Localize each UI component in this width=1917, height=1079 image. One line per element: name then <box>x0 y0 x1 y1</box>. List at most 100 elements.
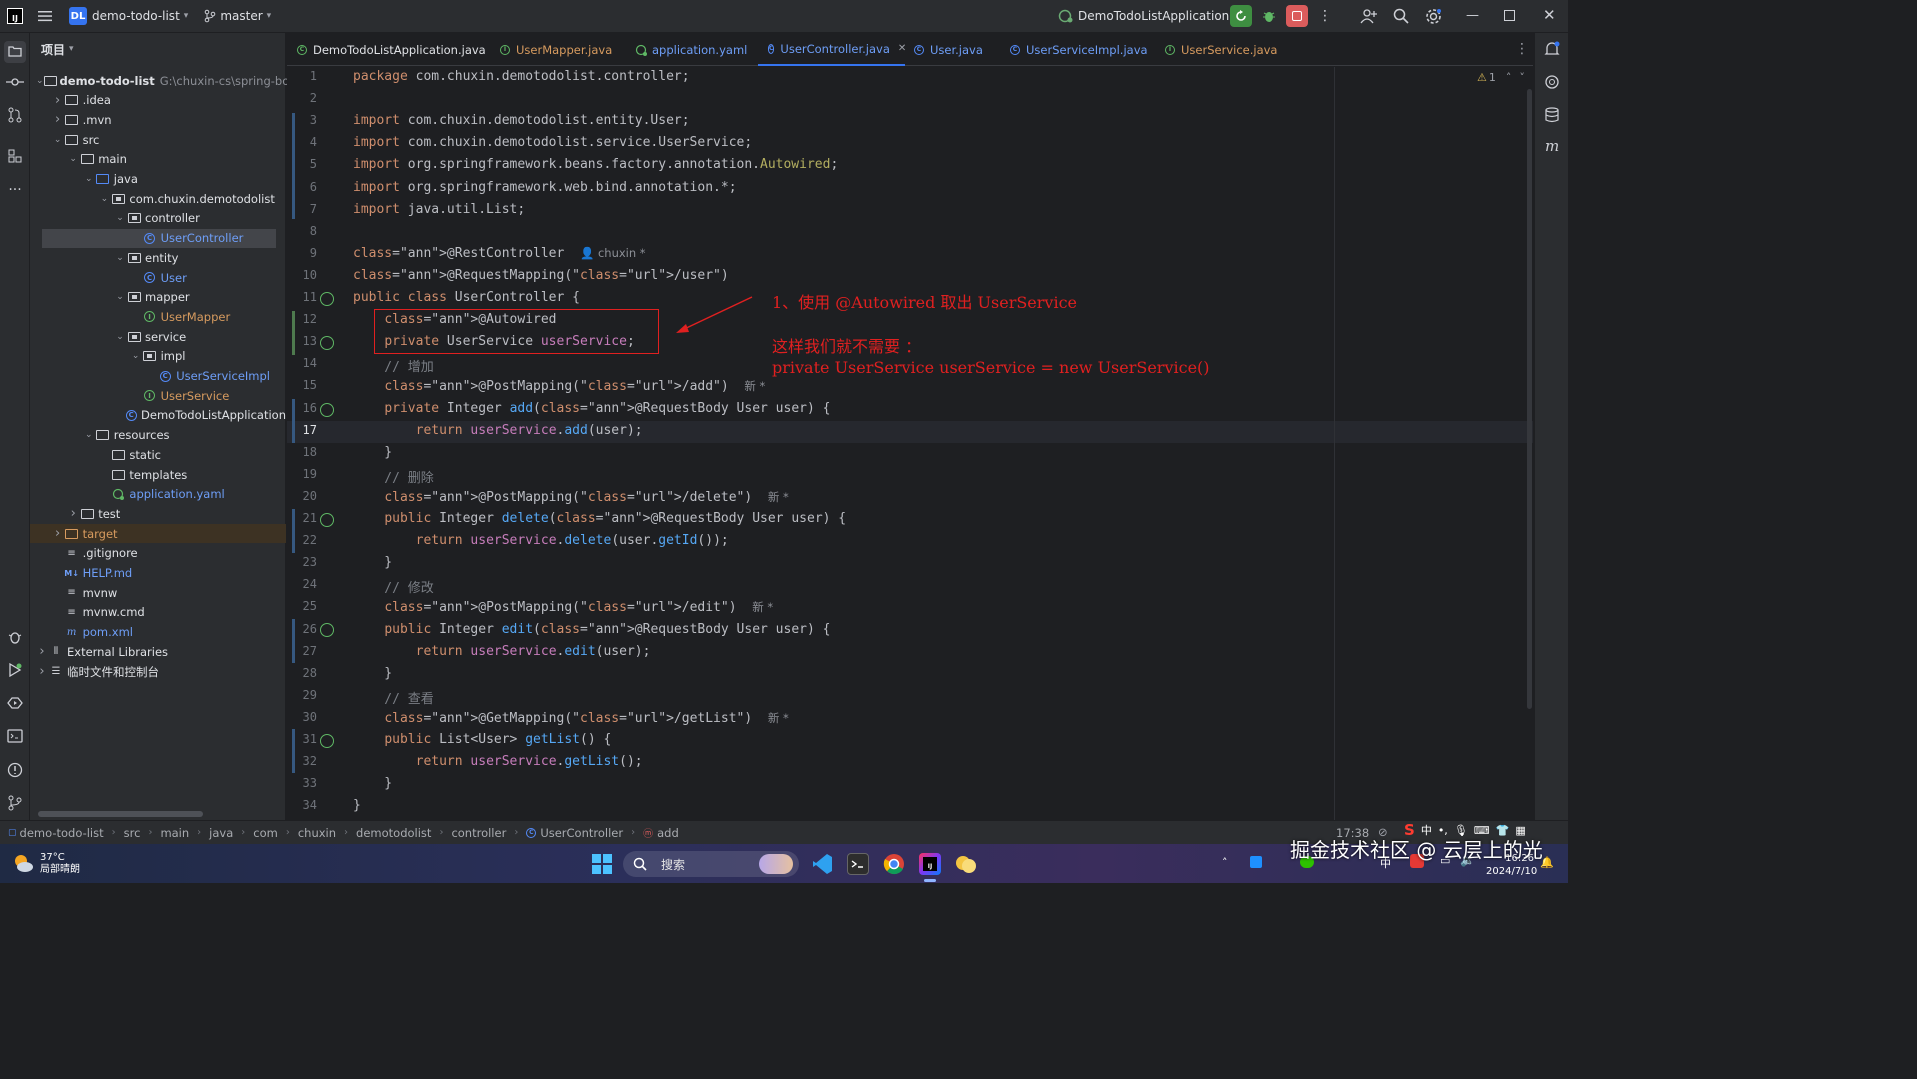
code-line[interactable]: } <box>353 445 392 460</box>
tray-bluetooth-icon[interactable] <box>1250 856 1262 868</box>
database-icon[interactable] <box>1545 107 1559 126</box>
breadcrumb-item[interactable]: C UserController <box>526 826 623 840</box>
new-inlay-hint[interactable]: 新 * <box>744 379 765 393</box>
chevron-down-icon[interactable]: ⌄ <box>98 194 110 204</box>
tree-item[interactable]: › .mvn <box>30 110 286 129</box>
chevron-right-icon[interactable]: › <box>52 526 64 541</box>
intellij-logo-icon[interactable]: IJ <box>7 8 23 24</box>
tree-item[interactable]: application.yaml <box>30 485 286 504</box>
code-line[interactable]: class="ann">@PostMapping("class="url">/d… <box>353 489 789 505</box>
code-line[interactable]: import java.util.List; <box>353 202 525 217</box>
commit-tool-icon[interactable] <box>6 74 24 92</box>
tree-item[interactable]: ⌄ resources <box>30 426 286 445</box>
vscode-icon[interactable] <box>811 853 833 875</box>
tab-usercontroller[interactable]: C UserController.java ✕ <box>758 33 906 66</box>
tree-item[interactable]: C UserController <box>42 228 276 248</box>
code-line[interactable]: public Integer edit(class="ann">@Request… <box>353 622 830 637</box>
breadcrumb-item[interactable]: demotodolist <box>356 826 431 840</box>
tree-item[interactable]: ⌄ java <box>30 170 286 189</box>
project-panel-header[interactable]: 项目 ▾ <box>30 33 285 65</box>
code-line[interactable]: import com.chuxin.demotodolist.service.U… <box>353 135 752 150</box>
tree-item[interactable]: › ☰ 临时文件和控制台 <box>30 662 286 681</box>
start-button[interactable] <box>592 854 612 877</box>
code-line[interactable]: public class UserController { <box>353 290 580 305</box>
branch-switcher[interactable]: master ▾ <box>204 9 271 23</box>
tree-item[interactable]: templates <box>30 465 286 484</box>
weather-widget[interactable]: 37°C 局部晴朗 <box>40 852 80 876</box>
intellij-taskbar-icon[interactable]: IJ <box>919 853 941 875</box>
tree-item[interactable]: ⌄ com.chuxin.demotodolist <box>30 189 286 208</box>
tab-userserviceimpl[interactable]: C UserServiceImpl.java <box>1010 33 1148 66</box>
tab-application-yaml[interactable]: application.yaml <box>635 33 747 66</box>
autowired-gutter-icon[interactable] <box>320 336 334 350</box>
chevron-down-icon[interactable]: ⌄ <box>114 292 126 302</box>
chevron-right-icon[interactable]: › <box>52 93 64 108</box>
minimize-button[interactable]: — <box>1466 8 1479 23</box>
tree-item[interactable]: › ⫴ External Libraries <box>30 642 286 661</box>
maven-icon[interactable]: m <box>1545 137 1559 155</box>
breadcrumb-item[interactable]: com <box>253 826 278 840</box>
weather-icon[interactable] <box>12 852 34 874</box>
code-line[interactable]: } <box>353 666 392 681</box>
chevron-down-icon[interactable]: ⌄ <box>67 154 79 164</box>
tree-item[interactable]: › target <box>30 524 286 544</box>
code-line[interactable]: // 增加 <box>353 356 434 375</box>
rerun-button[interactable] <box>1230 5 1252 27</box>
new-inlay-hint[interactable]: 新 * <box>768 490 789 504</box>
project-tool-icon[interactable] <box>4 41 26 63</box>
chevron-down-icon[interactable]: ˅ <box>1519 71 1525 84</box>
tree-item[interactable]: ⌄ src <box>30 130 286 149</box>
tree-item[interactable]: C User <box>30 268 286 287</box>
code-line[interactable]: // 查看 <box>353 688 434 707</box>
close-tab-icon[interactable]: ✕ <box>898 43 906 54</box>
breadcrumb-item[interactable]: ▢ demo-todo-list <box>8 826 104 840</box>
tree-item[interactable]: ⌄ entity <box>30 248 286 267</box>
chevron-down-icon[interactable]: ⌄ <box>130 351 142 361</box>
breadcrumb-item[interactable]: controller <box>451 826 506 840</box>
endpoint-gutter-icon[interactable] <box>320 623 334 637</box>
settings-button[interactable] <box>1425 8 1442 28</box>
close-window-button[interactable]: ✕ <box>1543 6 1556 24</box>
chevron-down-icon[interactable]: ⌄ <box>83 174 95 184</box>
code-line[interactable]: import org.springframework.web.bind.anno… <box>353 180 737 195</box>
chrome-icon[interactable] <box>883 853 905 875</box>
more-actions-icon[interactable]: ⋮ <box>1318 8 1332 24</box>
chevron-down-icon[interactable]: ⌄ <box>114 253 126 263</box>
tree-item[interactable]: ≡ .gitignore <box>30 544 286 563</box>
chevron-up-icon[interactable]: ˄ <box>1506 71 1512 84</box>
code-line[interactable]: } <box>353 555 392 570</box>
code-line[interactable]: class="ann">@PostMapping("class="url">/a… <box>353 378 765 394</box>
tab-userservice[interactable]: I UserService.java <box>1165 33 1277 66</box>
vertical-scrollbar[interactable] <box>1527 89 1532 709</box>
tree-item[interactable]: I UserService <box>30 386 286 405</box>
tree-item[interactable]: ⌄ main <box>30 150 286 169</box>
structure-tool-icon[interactable] <box>6 149 24 167</box>
code-line[interactable]: import org.springframework.beans.factory… <box>353 157 838 172</box>
chevron-down-icon[interactable]: ⌄ <box>52 135 64 145</box>
problems-tool-icon[interactable] <box>6 762 24 780</box>
pull-requests-icon[interactable] <box>6 107 24 125</box>
author-inlay-hint[interactable]: 👤 chuxin * <box>580 246 646 260</box>
code-editor[interactable]: 1 package com.chuxin.demotodolist.control… <box>287 67 1533 820</box>
code-line[interactable]: package com.chuxin.demotodolist.controll… <box>353 69 690 84</box>
more-tools-icon[interactable]: ··· <box>6 181 24 199</box>
tree-item[interactable]: ⌄ impl <box>30 347 286 366</box>
endpoint-gutter-icon[interactable] <box>320 403 334 417</box>
tab-options-icon[interactable]: ⋮ <box>1515 41 1529 57</box>
breadcrumb-item[interactable]: src <box>124 826 141 840</box>
tree-item[interactable]: › test <box>30 504 286 523</box>
code-line[interactable]: } <box>353 798 361 813</box>
code-line[interactable]: public Integer delete(class="ann">@Reque… <box>353 511 846 526</box>
code-line[interactable]: private Integer add(class="ann">@Request… <box>353 401 830 416</box>
chevron-down-icon[interactable]: ⌄ <box>83 430 95 440</box>
run-tool-icon[interactable] <box>6 662 24 681</box>
chevron-down-icon[interactable]: ⌄ <box>114 332 126 342</box>
breadcrumb-item[interactable]: main <box>160 826 189 840</box>
debug-tool-icon[interactable] <box>6 630 24 648</box>
code-line[interactable]: // 删除 <box>353 467 434 486</box>
debug-button[interactable] <box>1258 5 1280 27</box>
bean-gutter-icon[interactable] <box>320 292 334 306</box>
endpoint-gutter-icon[interactable] <box>320 513 334 527</box>
breadcrumb-item[interactable]: java <box>209 826 233 840</box>
code-line[interactable]: class="ann">@RestController 👤 chuxin * <box>353 246 646 261</box>
